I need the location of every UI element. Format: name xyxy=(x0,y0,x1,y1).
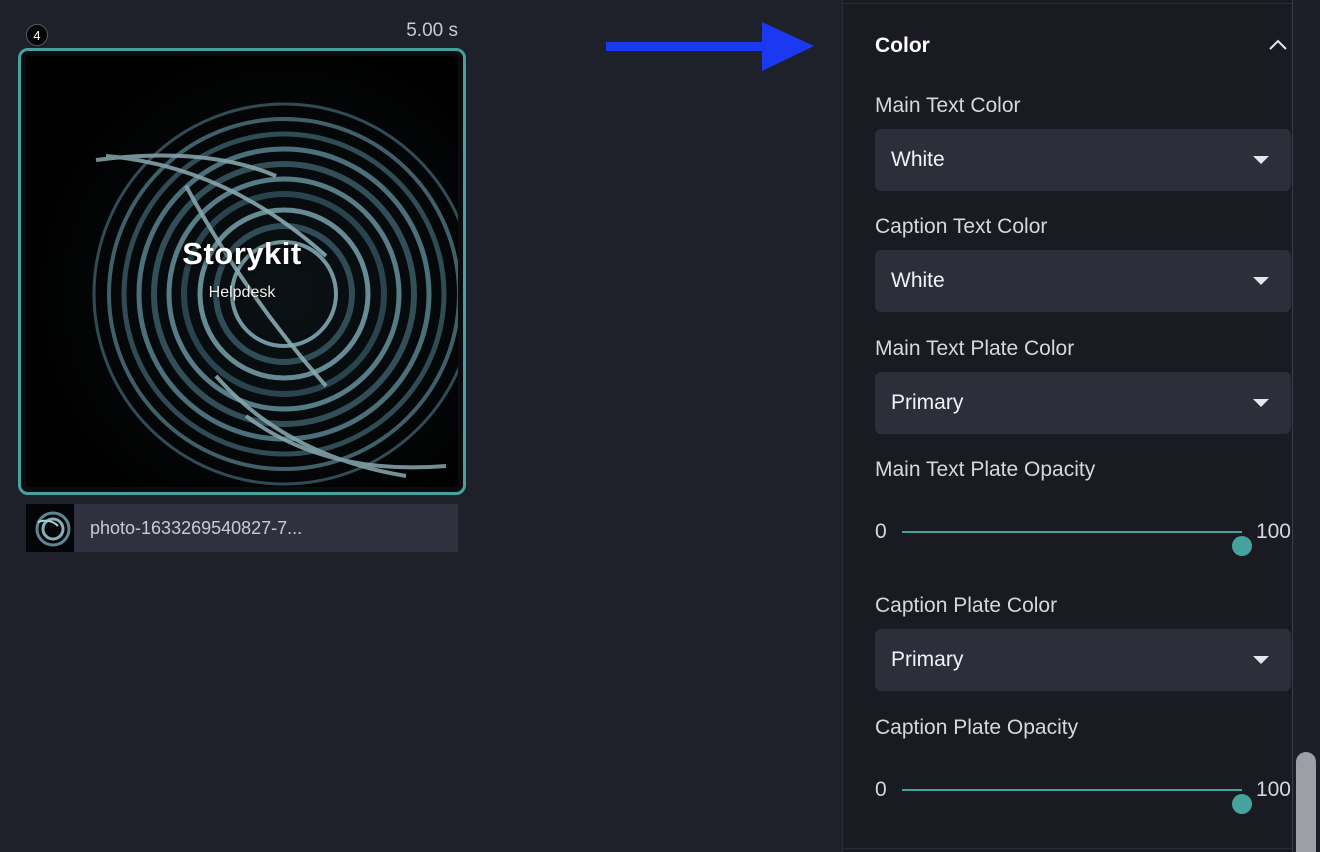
scene-number-badge: 4 xyxy=(26,24,48,46)
caption-plate-color-label: Caption Plate Color xyxy=(875,594,1058,617)
slider-thumb[interactable] xyxy=(1232,794,1252,814)
main-text-plate-opacity-label: Main Text Plate Opacity xyxy=(875,458,1096,481)
scrollbar-thumb[interactable] xyxy=(1296,752,1316,852)
annotation-arrow-icon xyxy=(606,22,814,71)
slider-max-label: 100 xyxy=(1255,520,1291,543)
main-text-color-label: Main Text Color xyxy=(875,94,1021,117)
main-text-plate-color-label: Main Text Plate Color xyxy=(875,337,1075,360)
caption-plate-color-value: Primary xyxy=(891,648,964,671)
slider-track[interactable] xyxy=(902,789,1252,814)
slider-thumb[interactable] xyxy=(1232,536,1252,556)
media-file-row[interactable]: photo-1633269540827-7... xyxy=(26,504,458,552)
divider xyxy=(843,848,1292,849)
scene-card[interactable]: Storykit Helpdesk xyxy=(18,48,466,495)
properties-panel: Color Main Text Color White Caption Text… xyxy=(842,0,1292,852)
main-text-plate-color-select[interactable]: Primary xyxy=(875,372,1291,434)
media-filename: photo-1633269540827-7... xyxy=(90,517,303,538)
caret-down-icon xyxy=(1253,399,1269,407)
section-title-color[interactable]: Color xyxy=(875,34,930,58)
scrollbar[interactable] xyxy=(1292,0,1320,852)
caret-down-icon xyxy=(1253,277,1269,285)
divider xyxy=(843,3,1292,4)
caption-plate-opacity-label: Caption Plate Opacity xyxy=(875,716,1079,739)
main-text-color-select[interactable]: White xyxy=(875,129,1291,191)
preview-title: Storykit xyxy=(182,236,302,271)
preview-subtitle: Helpdesk xyxy=(208,284,276,301)
main-text-color-value: White xyxy=(891,148,945,171)
scene-duration: 5.00 s xyxy=(406,20,458,41)
chevron-up-icon[interactable] xyxy=(1267,36,1289,54)
caption-text-color-value: White xyxy=(891,269,945,292)
caption-text-color-label: Caption Text Color xyxy=(875,215,1048,238)
slider-max-label: 100 xyxy=(1255,778,1291,801)
caret-down-icon xyxy=(1253,656,1269,664)
main-text-plate-color-value: Primary xyxy=(891,391,964,414)
slider-min-label: 0 xyxy=(875,778,887,801)
scene-preview-image[interactable]: Storykit Helpdesk xyxy=(26,56,458,487)
slider-track[interactable] xyxy=(902,531,1252,556)
caption-plate-opacity-slider[interactable]: 0 100 xyxy=(875,775,1291,814)
caption-plate-color-select[interactable]: Primary xyxy=(875,629,1291,691)
slider-min-label: 0 xyxy=(875,520,887,543)
caption-text-color-select[interactable]: White xyxy=(875,250,1291,312)
main-text-plate-opacity-slider[interactable]: 0 100 xyxy=(875,517,1291,556)
media-thumbnail xyxy=(26,504,74,552)
caret-down-icon xyxy=(1253,156,1269,164)
